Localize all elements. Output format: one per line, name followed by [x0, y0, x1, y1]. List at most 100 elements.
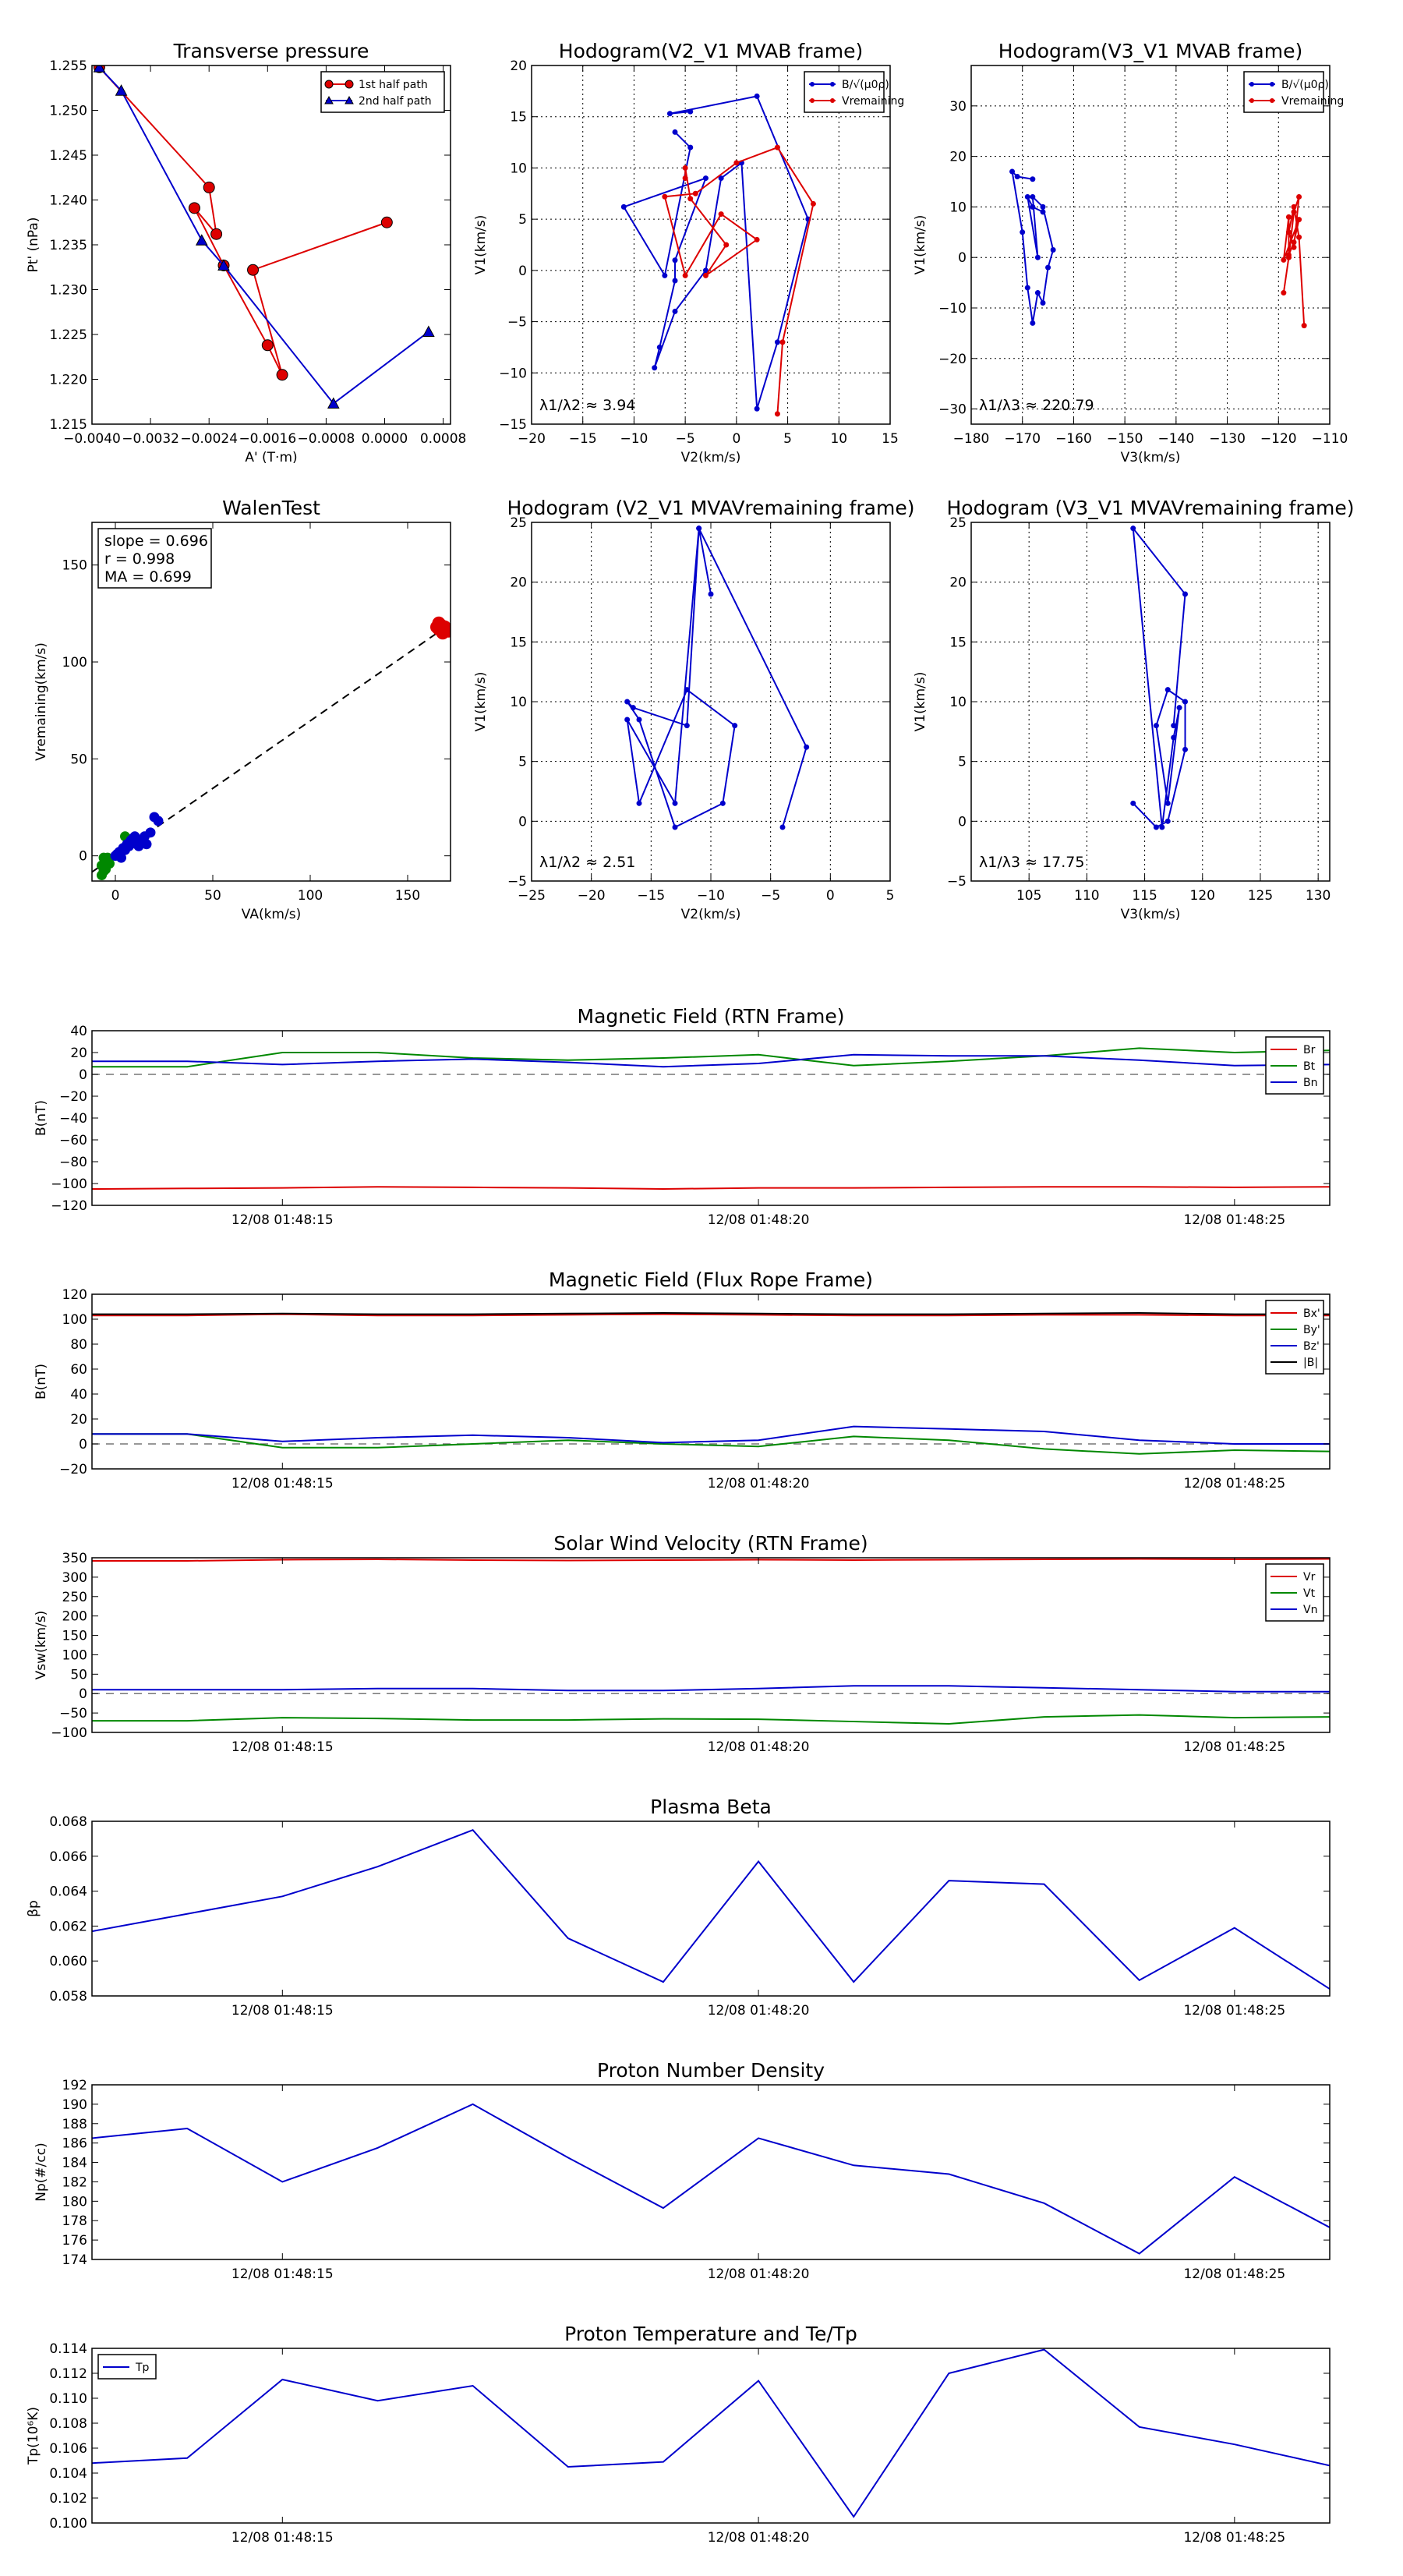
annotation-text: λ1/λ3 ≈ 17.75 [979, 854, 1084, 871]
x-tick-label: 12/08 01:48:25 [1183, 1212, 1285, 1228]
chart-title: Transverse pressure [173, 40, 369, 62]
legend-label: Vremaining [1281, 95, 1344, 108]
data-point [1281, 290, 1287, 296]
chart-proton-temperature: 12/08 01:48:15 12/08 01:48:20 12/08 01:48:… [26, 2323, 1331, 2546]
data-point [203, 181, 215, 193]
y-axis-label: Tp(10⁶K) [26, 2407, 41, 2465]
plot-area [92, 1558, 1330, 1725]
x-tick-label: 110 [1074, 888, 1099, 904]
legend-label: Vt [1303, 1587, 1316, 1600]
y-tick-label: 1.230 [49, 283, 87, 299]
data-point [682, 272, 688, 278]
chart-title: Magnetic Field (Flux Rope Frame) [549, 1269, 873, 1291]
data-point [702, 175, 709, 182]
y-tick-label: 15 [949, 635, 967, 650]
y-tick-label: 40 [70, 1024, 87, 1039]
data-point [1291, 209, 1297, 215]
x-tick-label: −140 [1158, 431, 1195, 447]
plot-area [1009, 168, 1307, 329]
x-tick-label: −0.0008 [298, 431, 355, 447]
data-point [672, 129, 678, 135]
chart-magnetic-field-rtn: 12/08 01:48:15 12/08 01:48:20 12/08 01:48:… [34, 1005, 1331, 1228]
x-tick-label: −0.0032 [122, 431, 179, 447]
y-tick-label: 100 [62, 655, 87, 671]
y-tick-label: 0.102 [49, 2491, 87, 2507]
data-point [656, 344, 663, 350]
data-point [672, 824, 678, 830]
legend-label: 1st half path [359, 79, 428, 91]
y-tick-label: 0.106 [49, 2441, 87, 2457]
x-tick-label: −0.0016 [239, 431, 296, 447]
x-tick-label: 12/08 01:48:15 [231, 1739, 334, 1755]
data-point [261, 339, 274, 352]
y-tick-label: −60 [59, 1133, 87, 1148]
chart-proton-number-density: 12/08 01:48:15 12/08 01:48:20 12/08 01:48:… [34, 2059, 1331, 2282]
x-tick-label: 12/08 01:48:25 [1183, 2266, 1285, 2282]
plot-frame [970, 65, 1331, 425]
data-point [1285, 214, 1292, 220]
y-tick-label: 174 [62, 2252, 87, 2268]
y-tick-label: −50 [59, 1706, 87, 1721]
x-tick-label: 12/08 01:48:25 [1183, 2530, 1285, 2546]
x-tick-label: −0.0040 [63, 431, 121, 447]
y-axis-label: V1(km/s) [473, 672, 489, 732]
data-point [1301, 323, 1307, 329]
y-tick-label: 0.064 [49, 1884, 87, 1900]
data-point [672, 278, 678, 284]
legend-label: Bz' [1303, 1340, 1320, 1353]
data-point [1045, 264, 1051, 271]
y-tick-label: 1.235 [49, 238, 87, 253]
y-tick-label: −100 [51, 1725, 87, 1741]
x-tick-label: −160 [1055, 431, 1092, 447]
series-b-0- [620, 93, 811, 412]
x-tick-label: −5 [676, 431, 695, 447]
y-tick-label: 0.100 [49, 2516, 87, 2532]
annotation-line: r = 0.998 [104, 550, 175, 568]
data-point [1182, 746, 1189, 752]
y-tick-label: 0.114 [49, 2341, 87, 2357]
data-point [692, 190, 698, 196]
y-tick-label: 188 [62, 2117, 87, 2132]
x-tick-label: 5 [886, 888, 895, 904]
x-tick-label: 12/08 01:48:20 [708, 2266, 810, 2282]
y-tick-label: 1.255 [49, 58, 87, 74]
x-tick-label: −0.0024 [180, 431, 238, 447]
data-point [1130, 525, 1136, 532]
x-tick-label: 0 [826, 888, 835, 904]
legend-marker [324, 80, 334, 89]
y-axis-label: V1(km/s) [473, 215, 489, 275]
data-point [624, 699, 631, 705]
data-point [810, 200, 816, 207]
data-point [210, 228, 223, 240]
data-point [672, 308, 678, 314]
chart-title: Hodogram (V3_V1 MVAVremaining frame) [947, 497, 1355, 519]
y-tick-label: 176 [62, 2233, 87, 2249]
plot-area [92, 1829, 1330, 1990]
data-point [779, 824, 786, 830]
y-tick-label: 100 [62, 1312, 87, 1328]
data-point [687, 196, 694, 202]
y-tick-label: 5 [958, 755, 967, 770]
x-tick-label: 120 [1190, 888, 1215, 904]
x-tick-label: 105 [1016, 888, 1041, 904]
chart-magnetic-field-flux-rope: 12/08 01:48:15 12/08 01:48:20 12/08 01:48:… [34, 1269, 1331, 1491]
y-tick-label: −10 [499, 366, 527, 381]
chart-hodogram-v3-v1-mvav: 105 110 115 120 125 130−50510152025Hodogram (… [913, 497, 1355, 922]
data-point [1040, 300, 1046, 306]
data-point [1040, 203, 1046, 210]
x-tick-label: 125 [1248, 888, 1273, 904]
series-line [98, 66, 387, 376]
data-point [188, 202, 200, 214]
plot-area [92, 1311, 1330, 1455]
data-point [779, 339, 786, 345]
data-point [636, 717, 642, 723]
data-point [422, 325, 435, 338]
x-tick-label: −15 [569, 431, 597, 447]
y-tick-label: 5 [518, 755, 527, 770]
y-axis-label: Vremaining(km/s) [34, 642, 49, 761]
y-tick-label: 30 [949, 99, 967, 115]
data-point [1030, 320, 1036, 326]
x-tick-label: 50 [204, 888, 221, 904]
x-tick-label: 150 [395, 888, 420, 904]
legend-label: Br [1303, 1044, 1316, 1056]
